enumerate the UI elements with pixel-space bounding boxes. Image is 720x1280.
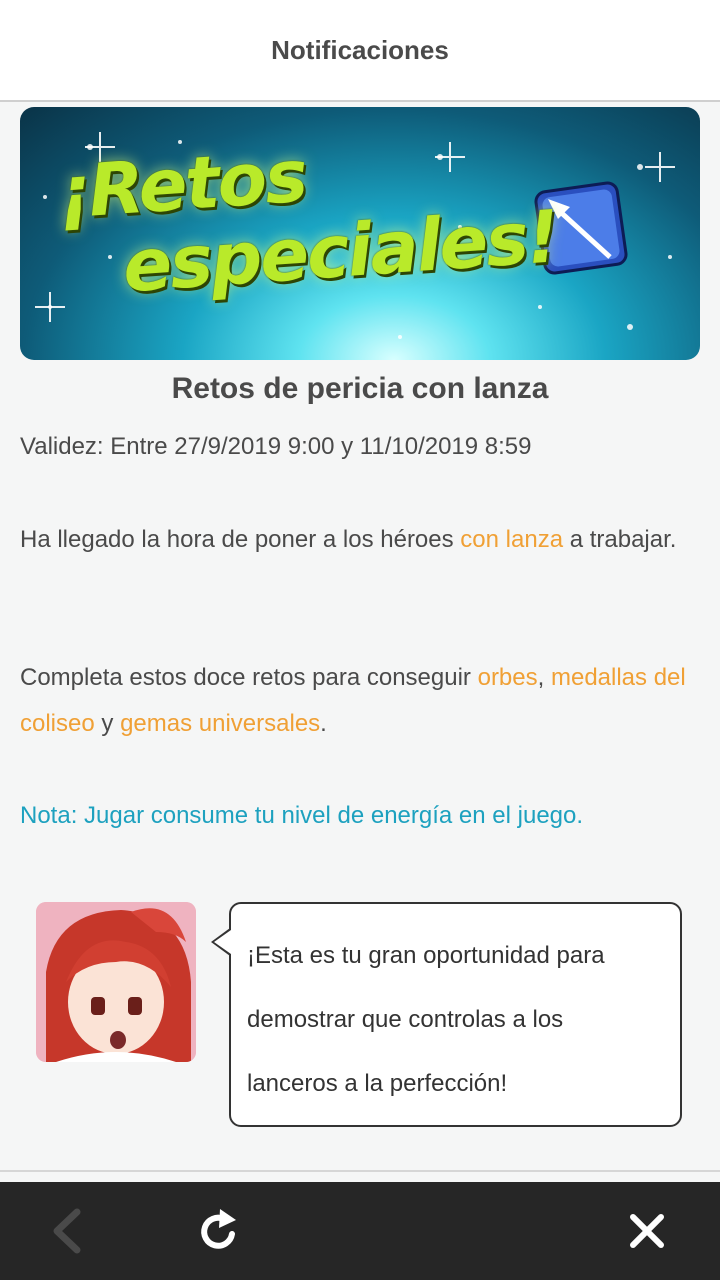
character-avatar [36,902,196,1062]
event-banner[interactable]: ¡Retos especiales! [20,107,700,360]
p2-sep: y [94,710,121,737]
speech-line: demostrar que controlas a los [247,1006,564,1033]
character-portrait [36,902,196,1062]
page-title: Notificaciones [271,34,449,65]
speech-line: ¡Esta es tu gran oportunidad para [247,942,605,969]
energy-note: Nota: Jugar consume tu nivel de energía … [20,802,584,829]
p2-sep: , [537,664,551,691]
header: Notificaciones [0,0,720,102]
highlight-universal-gems: gemas universales [120,710,321,737]
back-button[interactable] [22,1182,112,1280]
speech-bubble-tail-fill [214,930,231,954]
p1-highlight: con lanza [460,526,564,553]
paragraph-1: Ha llegado la hora de poner a los héroes… [20,517,710,563]
banner-title: ¡Retos especiales! [55,120,560,309]
content-divider [0,1170,720,1172]
speech-line: lanceros a la perfección! [247,1070,508,1097]
speech-bubble: ¡Esta es tu gran oportunidad para demost… [229,902,682,1127]
close-button[interactable] [602,1182,692,1280]
p1-text: Ha llegado la hora de poner a los héroes [20,526,461,553]
close-icon [630,1214,664,1248]
bottom-nav-bar [0,1182,720,1280]
validity-text: Validez: Entre 27/9/2019 9:00 y 11/10/20… [20,433,532,460]
refresh-icon [201,1209,236,1249]
highlight-orbs: orbes [477,664,538,691]
refresh-button[interactable] [174,1182,264,1280]
back-arrow-icon [53,1208,81,1254]
p1-text-end: a trabajar. [563,526,677,553]
paragraph-2: Completa estos doce retos para conseguir… [20,655,710,747]
p2-end: . [320,710,327,737]
p2-text: Completa estos doce retos para conseguir [20,664,478,691]
post-title: Retos de pericia con lanza [171,372,549,405]
